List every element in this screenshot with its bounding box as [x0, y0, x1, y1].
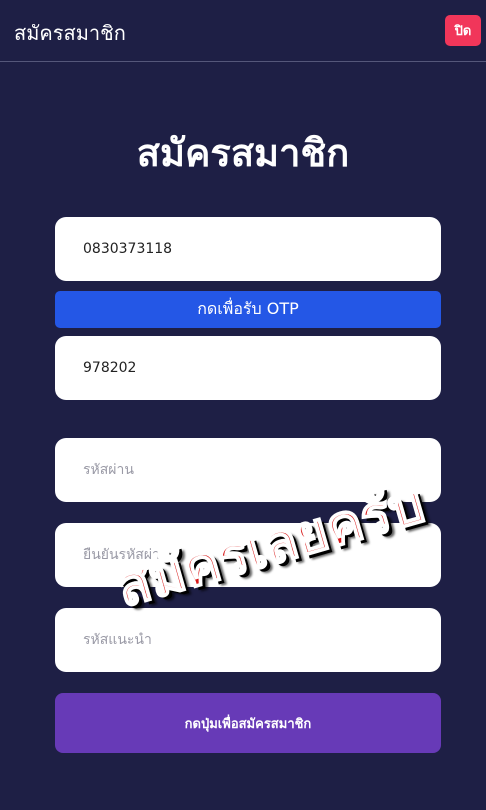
- page-title: สมัครสมาชิก: [136, 131, 350, 175]
- otp-input[interactable]: 978202: [55, 336, 441, 400]
- register-submit-button[interactable]: กดปุ่มเพื่อสมัครสมาชิก: [55, 693, 441, 753]
- request-otp-button[interactable]: กดเพื่อรับ OTP: [55, 291, 441, 328]
- close-button[interactable]: ปิด: [445, 15, 481, 46]
- password-input[interactable]: รหัสผ่าน: [55, 438, 441, 502]
- header-title: สมัครสมาชิก: [14, 21, 126, 45]
- top-bar: สมัครสมาชิก ปิด: [0, 0, 486, 62]
- referral-code-input[interactable]: รหัสแนะนำ: [55, 608, 441, 672]
- confirm-password-input[interactable]: ยืนยันรหัสผ่าน: [55, 523, 441, 587]
- phone-input[interactable]: 0830373118: [55, 217, 441, 281]
